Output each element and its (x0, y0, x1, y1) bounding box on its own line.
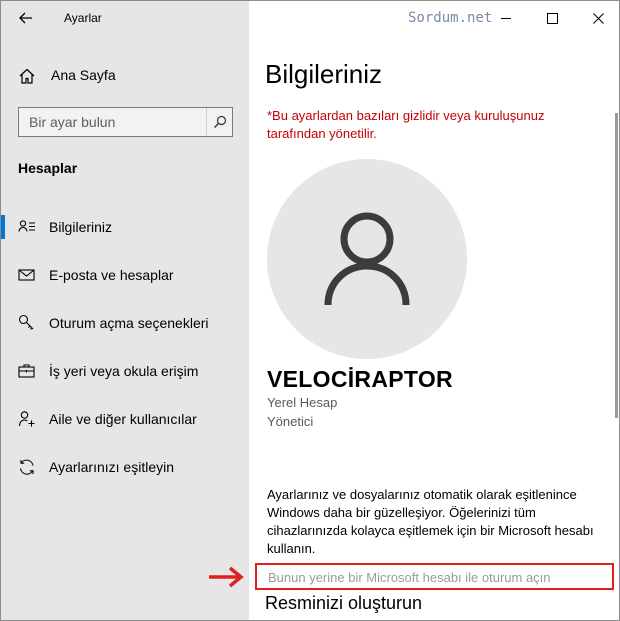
scrollbar[interactable] (615, 113, 618, 418)
red-arrow-icon (209, 566, 244, 588)
maximize-icon (546, 12, 558, 24)
briefcase-icon (18, 364, 35, 378)
search-icon (213, 115, 226, 128)
sidebar-item-sync[interactable]: Ayarlarınızı eşitleyin (1, 447, 249, 487)
highlight-box: Bunun yerine bir Microsoft hesabı ile ot… (255, 563, 614, 590)
settings-window: Ayarlar Ana Sayfa Hesaplar (0, 0, 620, 621)
sidebar-item-label: Oturum açma seçenekleri (49, 315, 209, 331)
watermark: Sordum.net (408, 10, 493, 26)
account-type: Yerel Hesap (267, 395, 338, 410)
minimize-icon (500, 17, 511, 19)
create-picture-heading: Resminizi oluşturun (265, 593, 423, 613)
minimize-button[interactable] (483, 1, 529, 35)
page-title: Bilgileriniz (265, 59, 383, 89)
sidebar-item-work-access[interactable]: İş yeri veya okula erişim (1, 351, 249, 391)
back-arrow-icon (19, 12, 32, 24)
search-box (18, 107, 233, 137)
sidebar-item-label: İş yeri veya okula erişim (49, 363, 199, 379)
app-title: Ayarlar (64, 11, 102, 25)
close-icon (592, 12, 604, 24)
sidebar-item-family[interactable]: Aile ve diğer kullanıcılar (1, 399, 249, 439)
sidebar-item-your-info[interactable]: Bilgileriniz (1, 207, 249, 247)
search-button[interactable] (206, 108, 232, 136)
active-indicator (1, 215, 5, 239)
sidebar-item-label: Aile ve diğer kullanıcılar (49, 411, 197, 427)
sync-description: Ayarlarınız ve dosyalarınız otomatik ola… (267, 487, 594, 556)
sidebar-item-label: Bilgileriniz (49, 219, 113, 235)
user-silhouette-icon (324, 212, 410, 306)
policy-note: *Bu ayarlardan bazıları gizlidir veya ku… (267, 108, 545, 141)
main-content: Bilgileriniz *Bu ayarlardan bazıları giz… (250, 35, 619, 620)
sync-icon (19, 459, 34, 475)
sidebar-item-label: E-posta ve hesaplar (49, 267, 174, 283)
maximize-button[interactable] (529, 1, 575, 35)
sidebar-item-label: Ayarlarınızı eşitleyin (49, 459, 175, 475)
add-user-icon (18, 411, 35, 427)
search-input[interactable] (19, 108, 204, 136)
user-name: VELOCİRAPTOR (267, 366, 453, 392)
account-role: Yönetici (267, 414, 314, 429)
home-icon (19, 68, 35, 84)
microsoft-signin-link[interactable]: Bunun yerine bir Microsoft hesabı ile ot… (268, 570, 551, 585)
sidebar-item-email[interactable]: E-posta ve hesaplar (1, 255, 249, 295)
mail-icon (18, 269, 35, 281)
close-button[interactable] (575, 1, 619, 35)
avatar (267, 159, 467, 359)
back-button[interactable] (15, 7, 37, 29)
sidebar-item-home[interactable]: Ana Sayfa (1, 59, 249, 91)
key-icon (18, 314, 34, 330)
sidebar-item-signin-options[interactable]: Oturum açma seçenekleri (1, 303, 249, 343)
user-card-icon (18, 220, 35, 232)
sidebar-item-label: Ana Sayfa (51, 67, 116, 83)
sidebar: Ayarlar Ana Sayfa Hesaplar (1, 1, 249, 620)
section-title: Hesaplar (18, 160, 78, 176)
